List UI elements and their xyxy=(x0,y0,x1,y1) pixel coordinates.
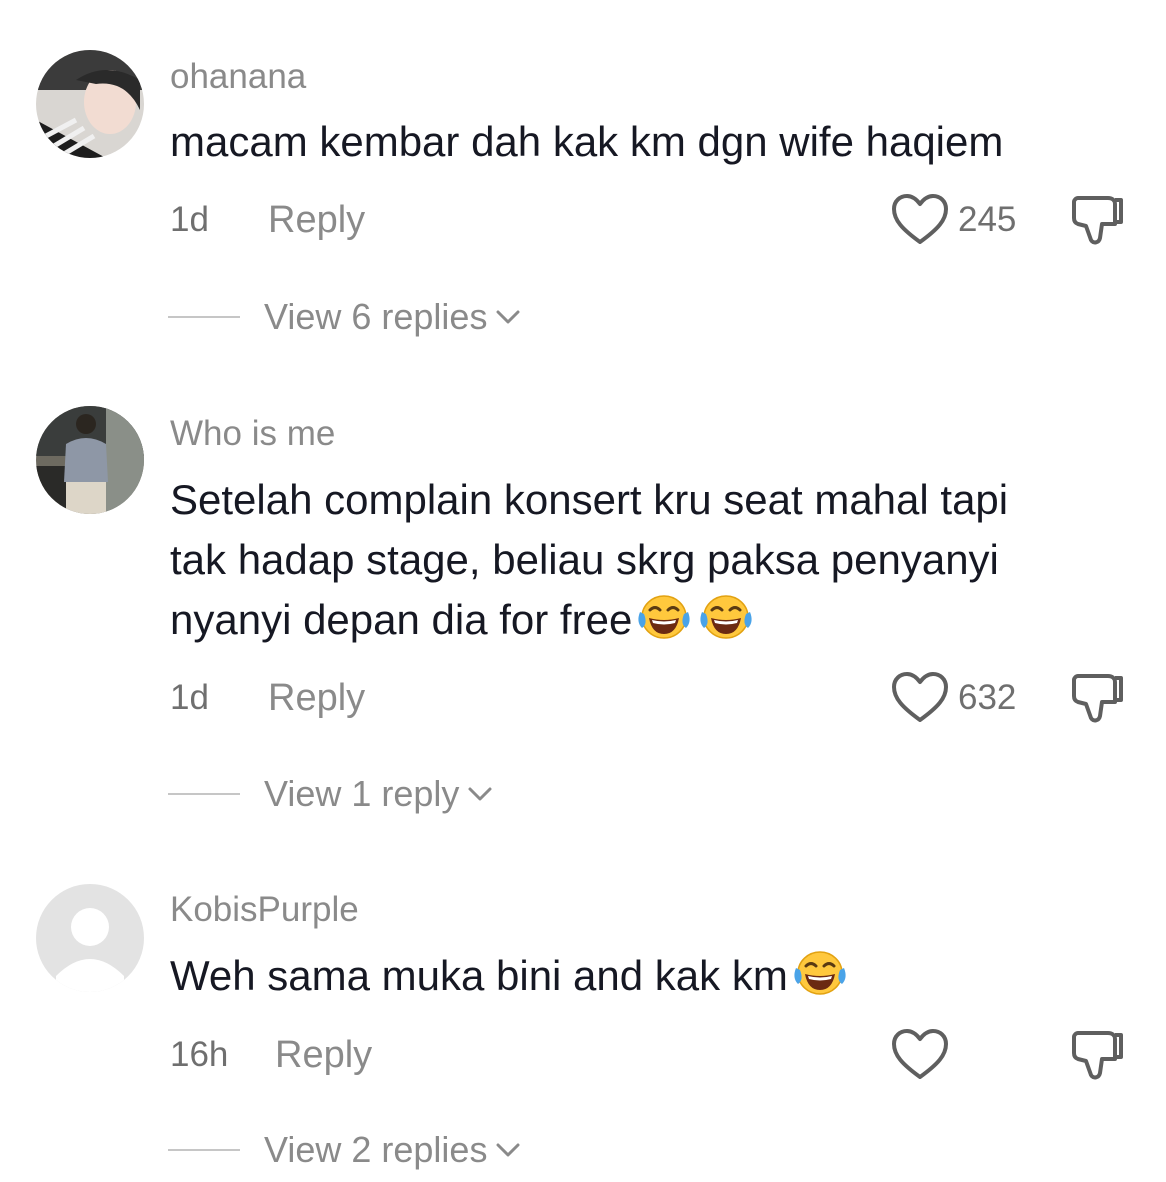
face-with-tears-of-joy-icon xyxy=(792,948,850,998)
comment-text-line-with-emoji: nyanyi depan dia for free xyxy=(170,590,1140,650)
default-avatar-icon[interactable] xyxy=(36,884,144,992)
divider-line xyxy=(168,1149,240,1151)
comment-text-line: Setelah complain konsert kru seat mahal … xyxy=(170,476,1009,523)
comment-text-line: nyanyi depan dia for free xyxy=(170,596,633,643)
face-with-tears-of-joy-icon xyxy=(698,592,756,642)
view-replies-label: View 2 replies xyxy=(264,1129,488,1170)
divider-line xyxy=(168,793,240,795)
comment-text: Weh sama muka bini and kak km xyxy=(170,952,788,999)
heart-icon[interactable] xyxy=(890,192,950,248)
face-with-tears-of-joy-icon xyxy=(636,592,694,642)
reply-button[interactable]: Reply xyxy=(275,1035,372,1075)
view-replies-button[interactable]: View 2 replies xyxy=(168,1130,521,1170)
thumbs-down-icon[interactable] xyxy=(1068,668,1128,728)
heart-icon[interactable] xyxy=(890,670,950,726)
avatar[interactable] xyxy=(36,406,144,514)
heart-icon[interactable] xyxy=(890,1027,950,1083)
comment-username[interactable]: KobisPurple xyxy=(170,890,359,930)
reply-button[interactable]: Reply xyxy=(268,200,365,240)
chevron-down-icon xyxy=(495,308,521,326)
comment-time: 16h xyxy=(170,1035,229,1074)
comment-username[interactable]: Who is me xyxy=(170,414,335,454)
chevron-down-icon xyxy=(495,1141,521,1159)
comment-text-line: tak hadap stage, beliau skrg paksa penya… xyxy=(170,536,999,583)
comment-time: 1d xyxy=(170,678,209,717)
comment-text-line-with-emoji: Weh sama muka bini and kak km xyxy=(170,946,1140,1006)
thumbs-down-icon[interactable] xyxy=(1068,190,1128,250)
comment-text: Setelah complain konsert kru seat mahal … xyxy=(170,470,1140,650)
comment-username[interactable]: ohanana xyxy=(170,57,306,97)
like-count: 245 xyxy=(958,200,1017,239)
comment-text: macam kembar dah kak km dgn wife haqiem xyxy=(170,118,1004,165)
thumbs-down-icon[interactable] xyxy=(1068,1025,1128,1085)
comment-time: 1d xyxy=(170,200,209,239)
view-replies-button[interactable]: View 6 replies xyxy=(168,297,521,337)
view-replies-label: View 1 reply xyxy=(264,773,460,814)
like-count: 632 xyxy=(958,678,1017,717)
chevron-down-icon xyxy=(467,785,493,803)
view-replies-label: View 6 replies xyxy=(264,296,488,337)
reply-button[interactable]: Reply xyxy=(268,678,365,718)
view-replies-button[interactable]: View 1 reply xyxy=(168,774,493,814)
avatar[interactable] xyxy=(36,50,144,158)
divider-line xyxy=(168,316,240,318)
